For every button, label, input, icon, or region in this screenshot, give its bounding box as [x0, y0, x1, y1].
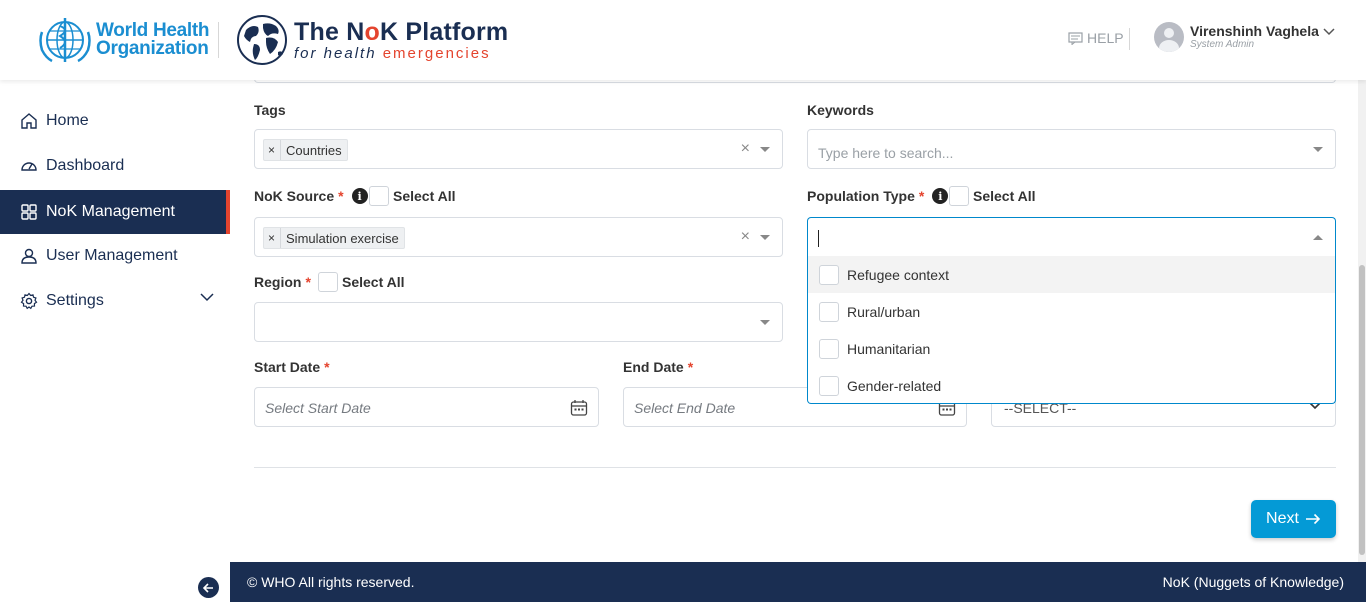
end-date-placeholder: Select End Date	[634, 400, 736, 416]
population-select-all[interactable]: Select All	[949, 186, 1036, 206]
nok-source-select[interactable]: × Simulation exercise ×	[254, 217, 783, 257]
dropdown-option[interactable]: Humanitarian	[808, 330, 1335, 367]
region-select-all[interactable]: Select All	[318, 272, 405, 292]
option-checkbox[interactable]	[819, 301, 839, 322]
chevron-down-icon	[200, 293, 214, 302]
select-all-checkbox[interactable]	[318, 272, 338, 292]
who-logo[interactable]: World Health Organization	[38, 14, 210, 66]
user-name: Virenshinh Vaghela	[1190, 23, 1319, 39]
arrow-right-icon	[1305, 513, 1321, 525]
dropdown-caret-icon	[760, 147, 770, 152]
user-menu[interactable]: Virenshinh Vaghela System Admin	[1154, 22, 1335, 52]
section-divider	[254, 467, 1336, 468]
next-button[interactable]: Next	[1251, 500, 1336, 538]
sidebar-item-settings[interactable]: Settings	[0, 279, 230, 323]
user-role: System Admin	[1190, 39, 1255, 50]
help-label: HELP	[1087, 30, 1124, 46]
gear-icon	[20, 292, 38, 310]
info-icon[interactable]: i	[932, 188, 949, 204]
select-all-checkbox[interactable]	[369, 186, 389, 206]
dropdown-option[interactable]: Refugee context	[808, 256, 1335, 293]
dropdown-caret-icon	[760, 320, 770, 325]
start-date-placeholder: Select Start Date	[265, 400, 371, 416]
clear-tags-button[interactable]: ×	[741, 140, 750, 158]
calendar-icon[interactable]	[570, 399, 588, 417]
remove-tag-button[interactable]: ×	[264, 228, 282, 248]
sidebar-item-label: User Management	[46, 247, 178, 264]
sidebar-item-label: Settings	[46, 292, 104, 309]
top-header: World Health Organization The NoK Platfo…	[0, 0, 1366, 80]
who-emblem-icon	[39, 18, 91, 63]
tag-chip: × Simulation exercise	[263, 227, 405, 249]
option-checkbox[interactable]	[819, 338, 839, 359]
info-icon[interactable]: i	[351, 188, 368, 204]
who-name-line2: Organization	[96, 38, 209, 59]
dropdown-option[interactable]: Rural/urban	[808, 293, 1335, 330]
gauge-icon	[20, 157, 38, 175]
keywords-select[interactable]: Type here to search...	[807, 129, 1336, 169]
nok-source-label: NoK Source * i	[254, 188, 368, 204]
dropdown-caret-icon	[1313, 147, 1323, 152]
help-link[interactable]: HELP	[1068, 30, 1124, 46]
region-label: Region *	[254, 274, 311, 290]
option-checkbox[interactable]	[819, 375, 839, 396]
dropdown-option[interactable]: Gender-related	[808, 367, 1335, 404]
keywords-placeholder: Type here to search...	[818, 145, 954, 161]
text-cursor	[818, 230, 819, 247]
header-divider	[1129, 28, 1130, 50]
tags-label: Tags	[254, 102, 286, 118]
grid-icon	[20, 203, 38, 221]
tag-chip-label: Countries	[286, 142, 342, 158]
help-doc-icon	[1068, 31, 1083, 45]
next-button-label: Next	[1266, 510, 1299, 527]
nok-platform-logo[interactable]: The NoK Platform for health emergencies	[236, 14, 508, 66]
end-date-label: End Date *	[623, 359, 694, 375]
sidebar-item-nok-management[interactable]: NoK Management	[0, 190, 230, 234]
tags-select[interactable]: × Countries ×	[254, 129, 783, 169]
dropdown-caret-icon	[1313, 235, 1323, 240]
population-type-label: Population Type * i	[807, 188, 949, 204]
tag-chip: × Countries	[263, 139, 348, 161]
start-date-label: Start Date *	[254, 359, 330, 375]
sidebar-item-label: NoK Management	[46, 203, 175, 220]
population-type-select[interactable]	[807, 217, 1336, 257]
footer-tagline: NoK (Nuggets of Knowledge)	[1162, 574, 1344, 590]
sidebar-collapse-button[interactable]	[198, 577, 219, 598]
avatar	[1154, 22, 1184, 52]
clear-source-button[interactable]: ×	[741, 228, 750, 246]
nok-source-select-all[interactable]: Select All	[369, 186, 456, 206]
population-type-dropdown: Refugee context Rural/urban Humanitarian…	[807, 256, 1336, 404]
option-checkbox[interactable]	[819, 264, 839, 285]
dropdown-caret-icon	[760, 235, 770, 240]
sidebar-item-home[interactable]: Home	[0, 99, 230, 143]
user-icon	[20, 247, 38, 265]
platform-subtitle: for health emergencies	[294, 45, 491, 62]
platform-title: The NoK Platform	[294, 18, 509, 46]
sidebar-item-label: Dashboard	[46, 157, 125, 174]
keywords-label: Keywords	[807, 102, 874, 118]
remove-tag-button[interactable]: ×	[264, 140, 282, 160]
select-all-checkbox[interactable]	[949, 186, 969, 206]
copyright-text: © WHO All rights reserved.	[247, 574, 415, 590]
footer: © WHO All rights reserved. NoK (Nuggets …	[230, 562, 1366, 602]
home-icon	[20, 112, 38, 130]
scrollbar-thumb[interactable]	[1359, 265, 1365, 555]
chevron-down-icon	[1323, 28, 1335, 36]
sidebar-item-label: Home	[46, 112, 89, 129]
sidebar-item-dashboard[interactable]: Dashboard	[0, 144, 230, 188]
start-date-input[interactable]: Select Start Date	[254, 387, 599, 427]
tag-chip-label: Simulation exercise	[286, 230, 399, 246]
sidebar: Home Dashboard NoK Management User Manag…	[0, 80, 230, 602]
sidebar-item-user-management[interactable]: User Management	[0, 234, 230, 278]
arrow-left-icon	[203, 582, 213, 593]
logo-divider	[218, 22, 219, 58]
region-select[interactable]	[254, 302, 783, 342]
globe-icon	[237, 15, 287, 65]
